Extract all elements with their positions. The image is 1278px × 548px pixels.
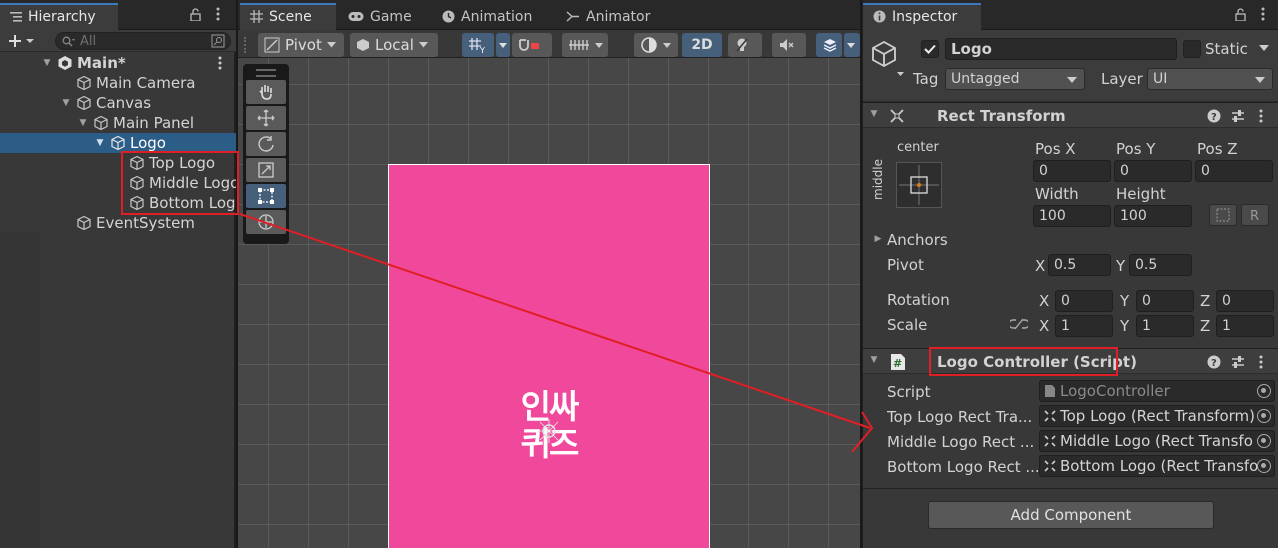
annotation-arrow — [239, 213, 874, 453]
